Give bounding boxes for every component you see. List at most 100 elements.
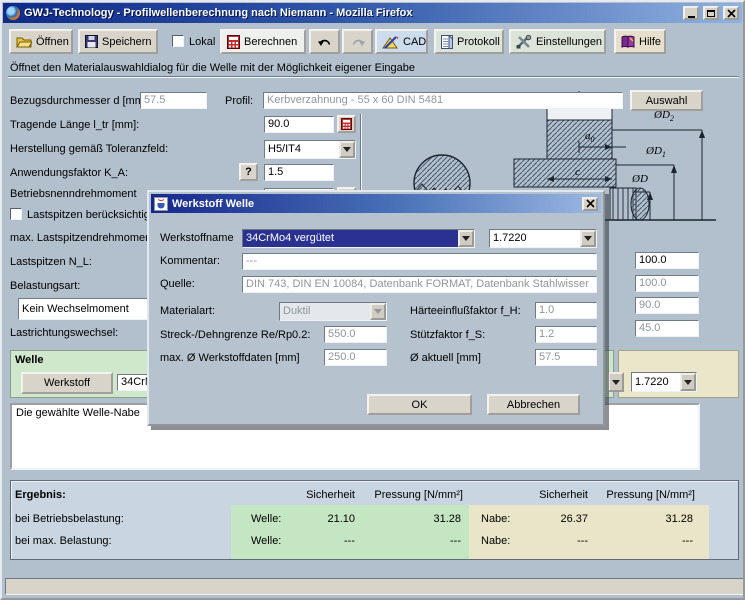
hilfe-label: Hilfe: [639, 36, 661, 48]
kommentar-label: Kommentar:: [160, 255, 220, 267]
undo-icon: [317, 36, 333, 48]
open-label: Öffnen: [36, 36, 69, 48]
undo-button[interactable]: [309, 29, 340, 54]
werkstoff-button[interactable]: Werkstoff: [21, 372, 113, 394]
stuetzfaktor-label: Stützfaktor f_S:: [410, 329, 485, 341]
value-field-2[interactable]: 100.0: [635, 275, 699, 292]
row1-nabe-pressung: 31.28: [613, 513, 693, 525]
close-icon: [727, 9, 736, 18]
col-sicherheit-nabe: Sicherheit: [528, 489, 588, 501]
results-panel: Ergebnis: Sicherheit Pressung [N/mm²] Si…: [10, 480, 739, 560]
belastungsart-label: Belastungsart:: [10, 280, 80, 292]
max-durchmesser-label: max. Ø Werkstoffdaten [mm]: [160, 352, 300, 364]
row2-welle-pressung: ---: [381, 535, 461, 547]
profil-field[interactable]: Kerbverzahnung - 55 x 60 DIN 5481: [263, 92, 623, 109]
document-icon: [441, 35, 453, 49]
results-title: Ergebnis:: [15, 489, 66, 501]
streckgrenze-field[interactable]: 550.0: [324, 326, 387, 343]
durchmesser-aktuell-label: Ø aktuell [mm]: [410, 352, 481, 364]
dialog-close-button[interactable]: [582, 197, 598, 211]
protokoll-label: Protokoll: [457, 36, 500, 48]
berechnen-button[interactable]: Berechnen: [220, 29, 306, 54]
maximize-button[interactable]: [703, 6, 719, 20]
lastrichtungswechsel-label: Lastrichtungswechsel:: [10, 327, 118, 339]
welle-panel-title: Welle: [15, 354, 44, 366]
window-title: GWJ-Technology - Profilwellenberechnung …: [24, 7, 679, 19]
haerteeinflussfaktor-field[interactable]: 1.0: [535, 302, 597, 319]
chevron-down-icon[interactable]: [458, 230, 474, 247]
row2-welle-label: Welle:: [251, 535, 281, 547]
close-button[interactable]: [723, 6, 739, 20]
cad-label: CAD: [403, 36, 426, 48]
bezugsdurchmesser-field[interactable]: 57.5: [140, 92, 207, 109]
chevron-down-icon[interactable]: [339, 141, 355, 158]
einstellungen-button[interactable]: Einstellungen: [509, 29, 606, 54]
protokoll-button[interactable]: Protokoll: [434, 29, 504, 54]
lokal-checkbox[interactable]: [172, 35, 184, 47]
tragende-laenge-label: Tragende Länge l_tr [mm]:: [10, 119, 139, 131]
value-field-1[interactable]: 100.0: [635, 252, 699, 269]
durchmesser-aktuell-field[interactable]: 57.5: [535, 349, 597, 366]
anwendungsfaktor-field[interactable]: 1.5: [264, 164, 334, 181]
toleranzfeld-select[interactable]: H5/IT4: [264, 140, 356, 159]
row1-label: bei Betriebsbelastung:: [15, 513, 124, 525]
row2-nabe-sicherheit: ---: [528, 535, 588, 547]
value-field-3[interactable]: 90.0: [635, 297, 699, 314]
col-pressung-welle: Pressung [N/mm²]: [371, 489, 463, 501]
profil-label: Profil:: [225, 95, 253, 107]
tragende-laenge-field[interactable]: 90.0: [264, 116, 334, 133]
save-button[interactable]: Speichern: [78, 29, 158, 54]
ok-button[interactable]: OK: [367, 394, 472, 415]
divider: [8, 76, 739, 78]
werkstoffnummer-select[interactable]: 1.7220: [489, 229, 597, 248]
dialog-title: Werkstoff Welle: [172, 198, 578, 210]
anwendungsfaktor-label: Anwendungsfaktor K_A:: [10, 167, 128, 179]
quelle-label: Quelle:: [160, 278, 195, 290]
anwendungsfaktor-help-button[interactable]: ?: [239, 163, 258, 181]
max-durchmesser-field[interactable]: 250.0: [324, 349, 387, 366]
werkstoffname-select[interactable]: 34CrMo4 vergütet: [242, 229, 475, 248]
max-lastspitzen-label: max. Lastspitzendrehmoment: [10, 232, 154, 244]
dim-c-label: c: [575, 166, 580, 178]
row1-nabe-sicherheit: 26.37: [528, 513, 588, 525]
row2-welle-sicherheit: ---: [295, 535, 355, 547]
maximize-icon: [707, 10, 715, 17]
dim-d-label: ØD: [632, 173, 648, 185]
tools-icon: [516, 35, 532, 49]
lokal-label: Lokal: [189, 36, 215, 48]
lastspitzen-checkbox[interactable]: [10, 208, 22, 220]
redo-icon: [350, 36, 366, 48]
redo-button[interactable]: [342, 29, 373, 54]
einstellungen-label: Einstellungen: [536, 36, 602, 48]
minimize-button[interactable]: [683, 6, 699, 20]
chevron-down-icon[interactable]: [680, 373, 696, 391]
nabe-nummer-select[interactable]: 1.7220: [631, 372, 697, 392]
dim-d1-label: ØD1: [646, 145, 666, 159]
statusline-hint: Öffnet den Materialauswahldialog für die…: [10, 62, 415, 74]
hilfe-button[interactable]: Hilfe: [614, 29, 666, 54]
auswahl-button[interactable]: Auswahl: [630, 90, 703, 111]
folder-icon: [16, 35, 32, 48]
save-label: Speichern: [102, 36, 152, 48]
nabe-chevron-down-icon[interactable]: [608, 372, 624, 392]
book-icon: [621, 35, 635, 48]
close-icon: [586, 199, 595, 208]
dim-d2-label: ØD2: [654, 109, 674, 123]
belastungsart-select[interactable]: Kein Wechselmoment: [18, 298, 154, 320]
kommentar-field[interactable]: ---: [242, 253, 597, 270]
materialart-label: Materialart:: [160, 305, 215, 317]
value-field-4[interactable]: 45.0: [635, 320, 699, 337]
app-window: GWJ-Technology - Profilwellenberechnung …: [0, 0, 745, 600]
row1-welle-label: Welle:: [251, 513, 281, 525]
cancel-button[interactable]: Abbrechen: [487, 394, 580, 415]
firefox-icon: [6, 6, 20, 20]
cad-button[interactable]: CAD: [375, 29, 428, 54]
row1-welle-sicherheit: 21.10: [295, 513, 355, 525]
dialog-title-bar: Werkstoff Welle: [151, 194, 601, 213]
chevron-down-icon[interactable]: [580, 230, 596, 247]
open-button[interactable]: Öffnen: [9, 29, 73, 54]
quelle-field[interactable]: DIN 743, DIN EN 10084, Datenbank FORMAT,…: [242, 276, 597, 293]
stuetzfaktor-field[interactable]: 1.2: [535, 326, 597, 343]
tragende-calc-button[interactable]: [337, 115, 356, 133]
divider: [360, 114, 362, 190]
